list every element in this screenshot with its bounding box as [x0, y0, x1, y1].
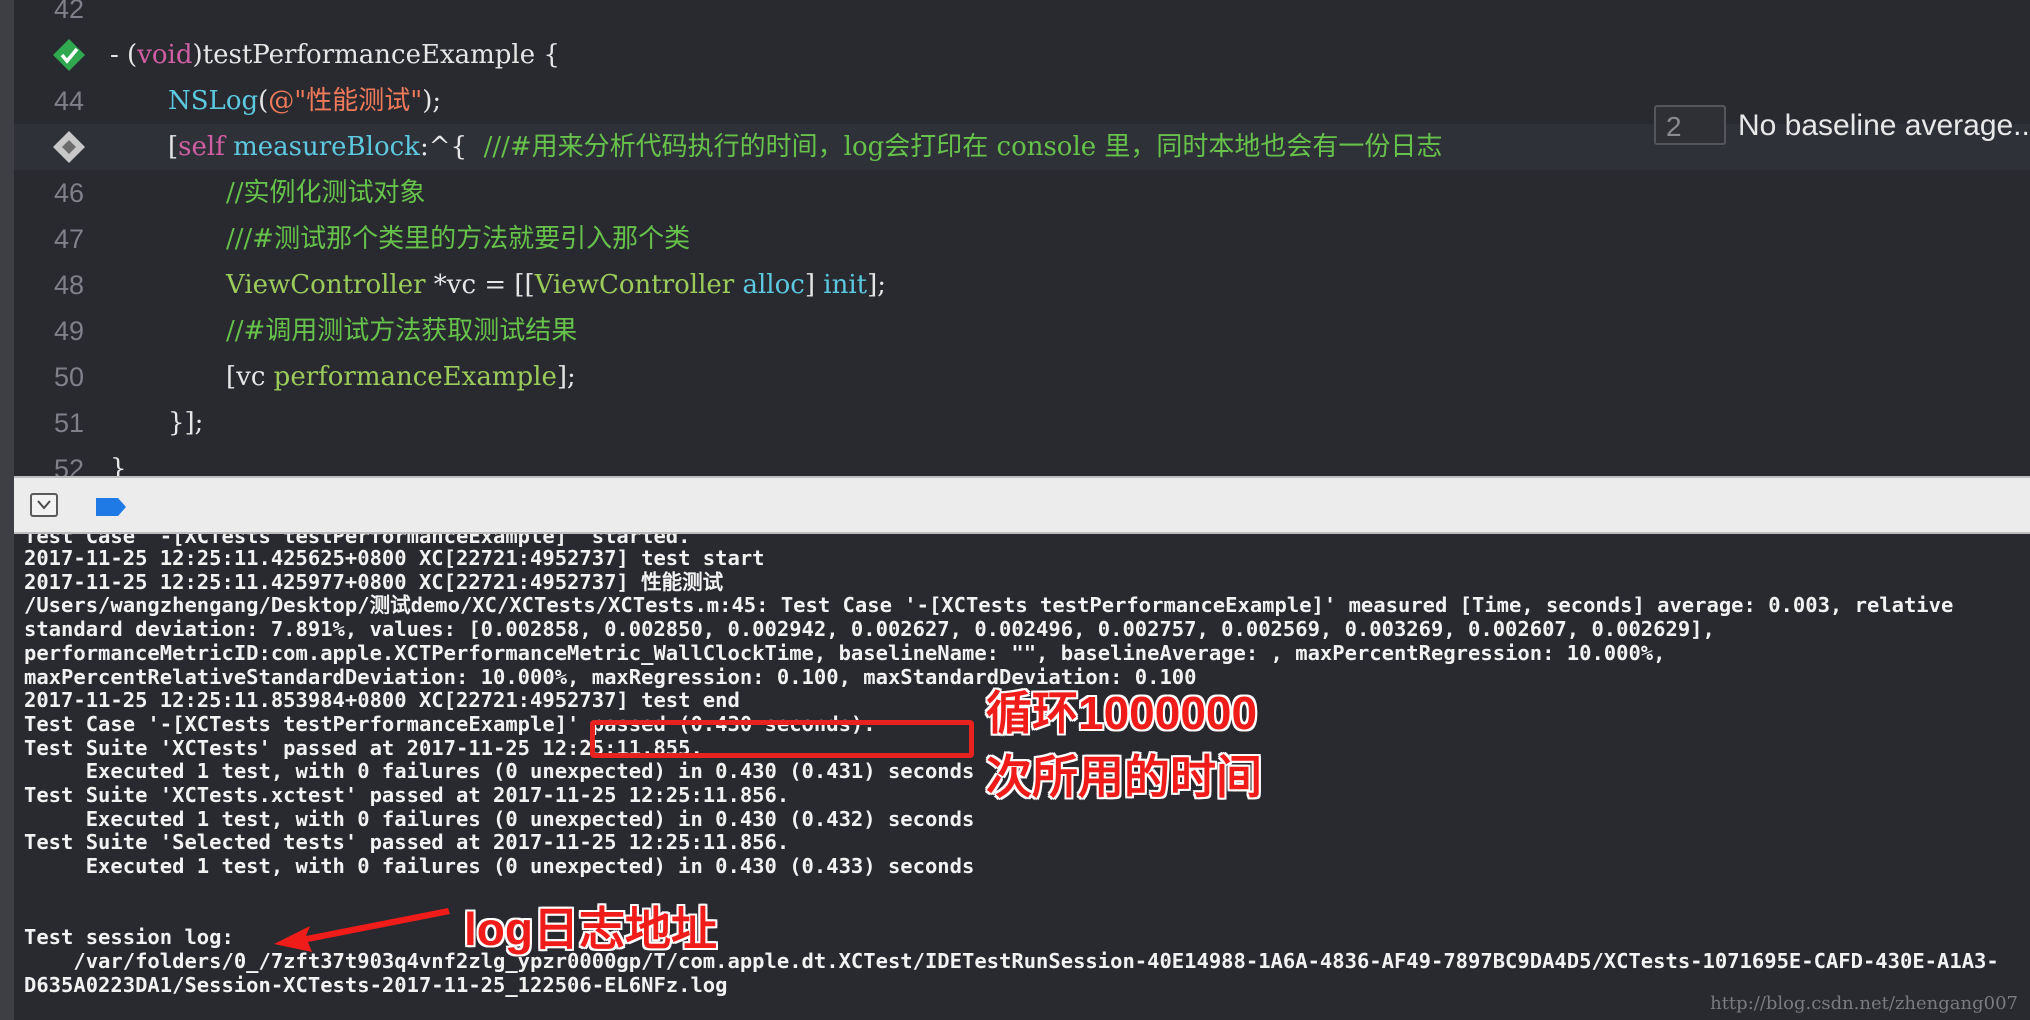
code-token: ); [422, 86, 442, 116]
console-line: maxPercentRelativeStandardDeviation: 10.… [24, 664, 1197, 689]
code-token: - ( [110, 40, 138, 70]
test-passed-icon[interactable] [52, 38, 86, 72]
annotation-log-address: log日志地址 [464, 903, 717, 955]
line-number[interactable]: 47 [14, 216, 84, 262]
code-token: ///#用来分析代码执行的时间，log会打印在 console 里，同时本地也会… [483, 132, 1443, 162]
code-token: //#调用测试方法获取测试结果 [226, 316, 578, 346]
code-token: )testPerformanceExample { [192, 40, 560, 70]
code-token: init [823, 270, 868, 300]
code-token: ///#测试那个类里的方法就要引入那个类 [226, 224, 691, 254]
code-line[interactable]: 47 ///#测试那个类里的方法就要引入那个类 [14, 216, 2030, 262]
breakpoint-toggle-icon[interactable] [94, 496, 128, 518]
code-token: } [110, 454, 127, 476]
code-line[interactable]: 44 NSLog(@"性能测试"); [14, 78, 2030, 124]
window-left-border [0, 0, 14, 1020]
console-line: 2017-11-25 12:25:11.853984+0800 XC[22721… [24, 688, 740, 713]
code-token: alloc [742, 270, 805, 300]
console-line: D635A0223DA1/Session-XCTests-2017-11-25_… [24, 972, 728, 997]
code-text: [vc performanceExample]; [226, 354, 576, 400]
console-line: Test Suite 'Selected tests' passed at 20… [24, 830, 790, 855]
code-text: NSLog(@"性能测试"); [168, 78, 441, 124]
red-arrow-icon [274, 908, 450, 952]
console-line: performanceMetricID:com.apple.XCTPerform… [24, 640, 1666, 665]
performance-test-icon[interactable] [52, 130, 86, 164]
annotation-loop-line1: 循环1000000 [986, 687, 1258, 739]
code-line[interactable]: 46 //实例化测试对象 [14, 170, 2030, 216]
line-number[interactable]: 46 [14, 170, 84, 216]
debug-area-toolbar [14, 476, 2030, 534]
code-token: [ [168, 132, 179, 162]
console-line: Executed 1 test, with 0 failures (0 unex… [24, 759, 975, 784]
code-text: }]; [168, 400, 203, 446]
code-line[interactable]: 51}]; [14, 400, 2030, 446]
console-line: 2017-11-25 12:25:11.425625+0800 XC[22721… [24, 546, 765, 570]
watermark: http://blog.csdn.net/zhengang007 [1710, 993, 2018, 1014]
code-text: - (void)testPerformanceExample { [110, 32, 560, 78]
baseline-average-label[interactable]: No baseline average... [1738, 103, 2030, 149]
code-line[interactable]: [self measureBlock:^{ ///#用来分析代码执行的时间，lo… [14, 124, 2030, 170]
code-token: NSLog [168, 86, 259, 116]
highlight-box [590, 720, 974, 758]
code-text: //实例化测试对象 [226, 170, 426, 216]
code-line[interactable]: 49 //#调用测试方法获取测试结果 [14, 308, 2030, 354]
code-line[interactable]: 52} [14, 446, 2030, 476]
code-text: } [110, 446, 127, 476]
console-line: standard deviation: 7.891%, values: [0.0… [24, 617, 1715, 642]
console-line: 2017-11-25 12:25:11.425977+0800 XC[22721… [24, 569, 724, 594]
code-token: ] [804, 270, 824, 300]
line-number[interactable]: 51 [14, 400, 84, 446]
code-text: ///#测试那个类里的方法就要引入那个类 [226, 216, 690, 262]
code-token: measureBlock [233, 132, 420, 162]
xcode-window: 42 - (void)testPerformanceExample { 44 NSLo… [0, 0, 2030, 1020]
line-number[interactable]: 50 [14, 354, 84, 400]
baseline-value-field[interactable]: 2 [1654, 105, 1726, 145]
code-token: ViewController [226, 270, 426, 300]
code-line[interactable]: 42 [14, 0, 2030, 32]
console-line: Executed 1 test, with 0 failures (0 unex… [24, 806, 975, 831]
code-token: }]; [168, 408, 204, 438]
line-number[interactable]: 49 [14, 308, 84, 354]
line-number[interactable]: 44 [14, 78, 84, 124]
line-number[interactable]: 48 [14, 262, 84, 308]
code-token: [vc [226, 362, 274, 392]
line-number[interactable]: 52 [14, 446, 84, 476]
code-line[interactable]: - (void)testPerformanceExample { [14, 32, 2030, 78]
code-line[interactable]: 48 ViewController *vc = [[ViewController … [14, 262, 2030, 308]
console-line: Test Suite 'XCTests.xctest' passed at 20… [24, 783, 790, 807]
code-token: self [178, 132, 225, 162]
code-token: //实例化测试对象 [226, 178, 426, 208]
code-line[interactable]: 50 [vc performanceExample]; [14, 354, 2030, 400]
code-token: void [137, 40, 193, 70]
code-token: :^{ [419, 132, 484, 162]
console-output[interactable]: Test Case '-[XCTests testPerformanceExam… [14, 534, 2030, 1020]
console-line: Test session log: [24, 925, 234, 950]
code-token: ( [258, 86, 269, 116]
code-token: ]; [867, 270, 886, 300]
code-editor[interactable]: 42 - (void)testPerformanceExample { 44 NSLo… [14, 0, 2030, 476]
console-line: /Users/wangzhengang/Desktop/测试demo/XC/XC… [24, 593, 1954, 618]
hide-console-icon [37, 500, 51, 510]
code-token: *vc = [[ [425, 270, 535, 300]
code-token: @"性能测试" [268, 86, 423, 116]
annotation-loop-line2: 次所用的时间 [986, 751, 1262, 803]
code-text: ViewController *vc = [[ViewController al… [226, 262, 886, 308]
code-text: [self measureBlock:^{ ///#用来分析代码执行的时间，lo… [168, 124, 1442, 170]
line-number[interactable]: 42 [14, 0, 84, 32]
code-token: performanceExample [273, 362, 557, 392]
code-token: ]; [556, 362, 576, 392]
console-line: Executed 1 test, with 0 failures (0 unex… [24, 854, 975, 879]
code-text: //#调用测试方法获取测试结果 [226, 308, 577, 354]
hide-console-button[interactable] [30, 493, 58, 517]
code-token: ViewController [534, 270, 735, 300]
